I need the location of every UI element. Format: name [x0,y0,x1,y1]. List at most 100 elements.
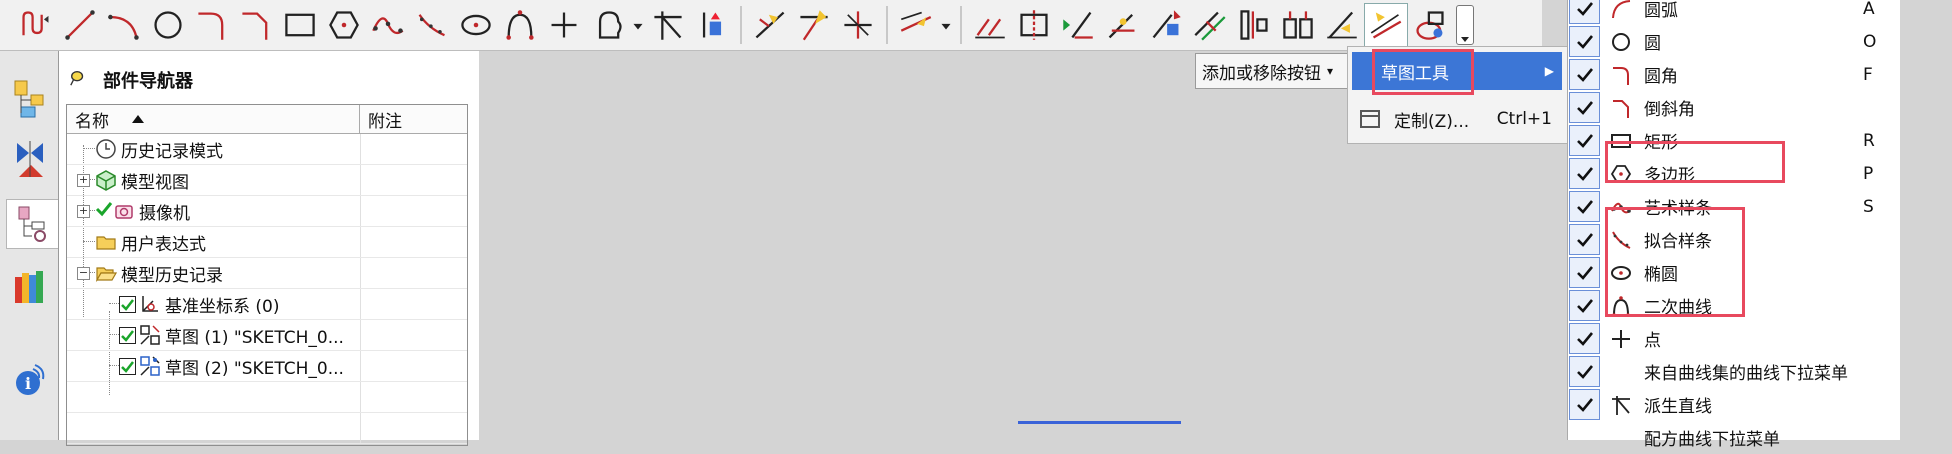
menu-item-shortcut: R [1863,130,1875,151]
ellipse-icon[interactable] [454,3,498,47]
fillet-icon[interactable] [190,3,234,47]
tree-row[interactable]: 草图 (1) "SKETCH_0... [67,320,467,351]
menu-item-label: 配方曲线下拉菜单 [1644,430,1780,450]
tree-row[interactable]: + 摄像机 [67,196,467,227]
arc-icon[interactable] [102,3,146,47]
constraint-icon[interactable] [1144,3,1188,47]
rectangle-icon[interactable] [278,3,322,47]
tree-row-label: 历史记录模式 [121,141,223,162]
menu-checkbox[interactable] [1569,26,1600,57]
menu-item-arc[interactable]: 圆弧 A [1568,0,1901,25]
display-icon[interactable] [1276,3,1320,47]
toolbar-options-dropdown[interactable] [1456,5,1474,45]
derived-line-icon[interactable] [646,3,690,47]
tree-row[interactable]: + 模型视图 [67,165,467,196]
point-icon[interactable] [542,3,586,47]
tree-row[interactable]: 基准坐标系 (0) [67,289,467,320]
mirror-curve-icon[interactable] [1012,3,1056,47]
menu-item-customize[interactable]: 定制(Z)... Ctrl+1 [1352,103,1562,135]
line-icon[interactable] [58,3,102,47]
quick-trim-icon[interactable] [748,3,792,47]
chevron-down-icon: ▾ [1327,64,1334,78]
menu-item-point[interactable]: 点 [1568,322,1901,355]
project-curve-icon[interactable] [1100,3,1144,47]
column-header-note[interactable]: 附注 [360,105,402,133]
sketch-toolbar [0,0,1542,51]
circle-icon[interactable] [146,3,190,47]
chevron-down-icon[interactable] [938,3,954,47]
column-name-label: 名称 [75,111,109,132]
visibility-checkbox[interactable] [119,326,136,344]
profile-icon[interactable] [14,3,58,47]
add-remove-buttons-dropdown[interactable]: 添加或移除按钮 ▾ [1195,53,1350,89]
menu-checkbox[interactable] [1569,290,1600,321]
alternate-solution-icon[interactable] [1364,3,1408,47]
tree-line [83,148,95,149]
pin-icon[interactable] [69,69,87,92]
make-corner-icon[interactable] [836,3,880,47]
expand-icon[interactable]: + [77,174,90,187]
pattern-curve-icon[interactable] [968,3,1012,47]
menu-checkbox[interactable] [1569,257,1600,288]
menu-checkbox[interactable] [1569,0,1600,24]
menu-item-label: 派生直线 [1644,397,1712,417]
clock-icon [95,138,117,160]
quick-extend-icon[interactable] [792,3,836,47]
menu-checkbox[interactable] [1569,323,1600,354]
inferred-constraint-icon[interactable] [1408,3,1452,47]
offset-curve-icon[interactable] [894,3,938,47]
menu-checkbox[interactable] [1569,389,1600,420]
open-folder-icon [95,262,117,284]
menu-checkbox[interactable] [1569,125,1600,156]
tree-row-empty [67,382,467,413]
derived-line-icon [1608,392,1634,418]
background-strip [1900,0,1952,440]
chamfer-icon[interactable] [234,3,278,47]
fit-spline-icon[interactable] [410,3,454,47]
note-cell [360,289,468,319]
relation-icon[interactable] [1232,3,1276,47]
menu-checkbox[interactable] [1569,158,1600,189]
menu-item-derived-line[interactable]: 派生直线 [1568,388,1901,421]
menu-item-circle[interactable]: 圆O [1568,25,1901,58]
expand-icon[interactable]: + [77,205,90,218]
menu-item-fillet[interactable]: 圆角 F [1568,58,1901,91]
chevron-down-icon[interactable] [630,3,646,47]
menu-checkbox[interactable] [1569,224,1600,255]
blank-icon [1608,359,1634,385]
constraint-navigator-icon[interactable] [8,135,52,183]
tree-row[interactable]: 草图 (2) "SKETCH_0... [67,351,467,382]
part-navigator-icon[interactable] [6,199,59,249]
collapse-icon[interactable]: − [77,267,90,280]
menu-item-label: 倒斜角 [1644,100,1695,120]
tree-row[interactable]: − 模型历史记录 [67,258,467,289]
intersection-icon[interactable] [1056,3,1100,47]
sketch-curve[interactable] [1018,421,1181,424]
menu-item-submenu-13[interactable]: 配方曲线下拉菜单 [1568,421,1901,454]
reuse-library-icon[interactable] [8,263,52,311]
studio-spline-icon[interactable] [366,3,410,47]
toolbar-separator [886,6,888,44]
menu-item-chamfer[interactable]: 倒斜角 [1568,91,1901,124]
column-header-name[interactable]: 名称 [67,105,360,133]
trim-recipe-icon[interactable] [690,3,734,47]
assembly-navigator-icon[interactable] [8,75,52,123]
visibility-checkbox[interactable] [119,295,136,313]
polygon-icon[interactable] [322,3,366,47]
dimension-icon[interactable] [1188,3,1232,47]
green-check-icon [95,200,113,223]
menu-checkbox[interactable] [1569,191,1600,222]
info-icon[interactable]: i [8,355,52,403]
menu-checkbox[interactable] [1569,92,1600,123]
menu-checkbox[interactable] [1569,59,1600,90]
curve-set-icon[interactable] [586,3,630,47]
visibility-checkbox[interactable] [119,357,136,375]
datum-csys-icon [139,293,161,315]
conic-icon[interactable] [498,3,542,47]
menu-checkbox[interactable] [1569,356,1600,387]
menu-checkbox[interactable] [1569,422,1600,453]
convert-reference-icon[interactable] [1320,3,1364,47]
tree-row[interactable]: 历史记录模式 [67,134,467,165]
tree-row[interactable]: 用户表达式 [67,227,467,258]
menu-item-submenu-11[interactable]: 来自曲线集的曲线下拉菜单 [1568,355,1901,388]
